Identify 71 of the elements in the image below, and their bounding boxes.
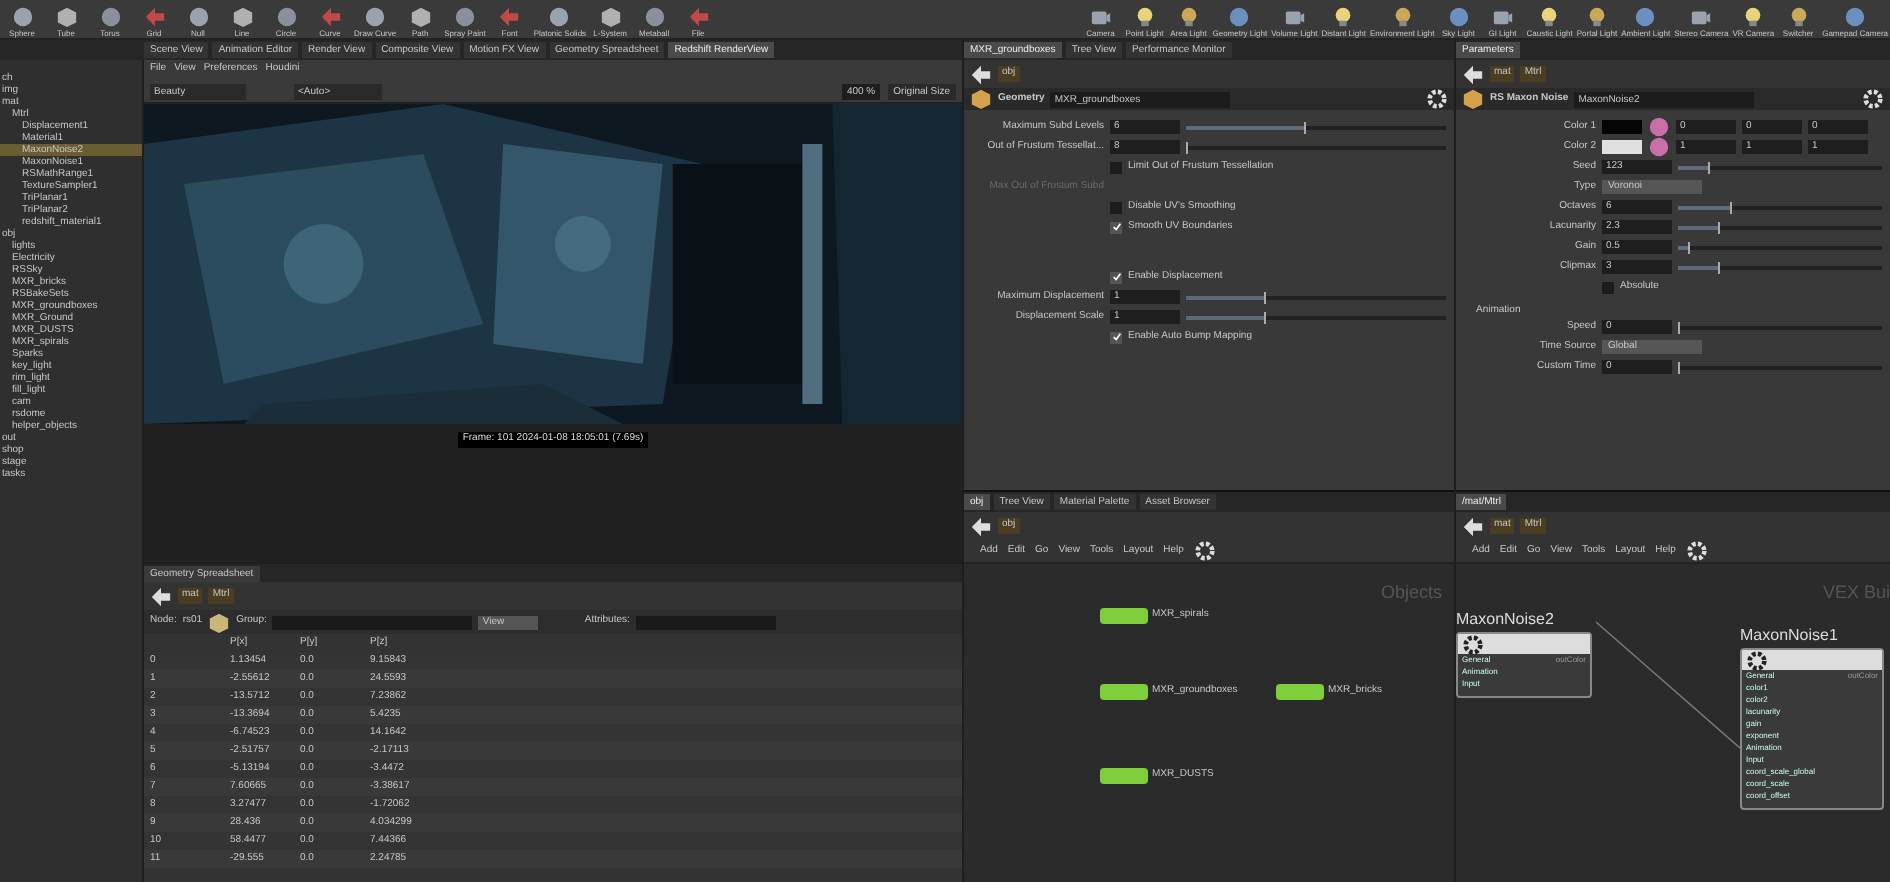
checkbox[interactable] — [1602, 281, 1614, 293]
sphere-icon — [1447, 6, 1470, 28]
sphere-icon — [187, 6, 209, 28]
points-icon[interactable] — [208, 611, 231, 633]
slider-handle[interactable] — [1303, 121, 1305, 133]
back-arrow-icon[interactable] — [1462, 515, 1484, 537]
light-bulb-icon — [1742, 6, 1765, 28]
camera-icon — [1491, 6, 1514, 28]
node-icon — [1462, 633, 1484, 655]
checkbox[interactable] — [1110, 271, 1122, 283]
back-arrow-icon[interactable] — [970, 515, 992, 537]
cube-icon — [231, 6, 253, 28]
slider-handle[interactable] — [1264, 311, 1266, 323]
slider-handle[interactable] — [1186, 141, 1188, 153]
camera-icon — [1690, 6, 1713, 28]
checkbox[interactable] — [1110, 161, 1122, 173]
sphere-icon — [364, 6, 387, 28]
light-bulb-icon — [1177, 6, 1200, 28]
settings-icon[interactable] — [1862, 88, 1884, 110]
geometry-node[interactable] — [1276, 684, 1324, 700]
sphere-icon — [643, 6, 666, 28]
slider-handle[interactable] — [1718, 221, 1721, 233]
checkbox[interactable] — [1110, 221, 1122, 233]
cube-icon — [599, 6, 622, 28]
sphere-icon — [1634, 6, 1657, 28]
sphere-icon — [548, 6, 571, 28]
cube-icon — [55, 6, 77, 28]
sphere-icon — [11, 6, 33, 28]
sphere-icon — [453, 6, 476, 28]
back-arrow-icon[interactable] — [150, 585, 172, 607]
checkbox[interactable] — [1110, 201, 1122, 213]
arrow-icon — [687, 6, 710, 28]
geometry-node[interactable] — [1100, 684, 1148, 700]
light-bulb-icon — [1391, 6, 1414, 28]
slider-handle[interactable] — [1264, 291, 1266, 303]
light-bulb-icon — [1787, 6, 1810, 28]
tools-icon[interactable] — [1193, 540, 1216, 562]
slider-handle[interactable] — [1708, 161, 1711, 173]
slider-handle[interactable] — [1678, 321, 1680, 333]
node-icon — [1746, 649, 1768, 671]
cube-icon — [409, 6, 432, 28]
color-swatch[interactable] — [1602, 140, 1642, 154]
slider-handle[interactable] — [1688, 241, 1691, 253]
color-swatch[interactable] — [1602, 120, 1642, 134]
back-arrow-icon[interactable] — [970, 63, 992, 85]
light-bulb-icon — [1585, 6, 1608, 28]
sphere-icon — [1228, 6, 1251, 28]
settings-icon[interactable] — [1426, 88, 1448, 110]
light-bulb-icon — [1332, 6, 1355, 28]
slider-handle[interactable] — [1718, 261, 1721, 273]
light-bulb-icon — [1538, 6, 1561, 28]
sphere-icon — [99, 6, 121, 28]
node-title: MaxonNoise1 — [1740, 624, 1840, 648]
slider-handle[interactable] — [1678, 361, 1680, 373]
geometry-node[interactable] — [1100, 608, 1148, 624]
camera-icon — [1089, 6, 1112, 28]
arrow-icon — [143, 6, 165, 28]
camera-icon — [1283, 6, 1306, 28]
color-wheel-icon[interactable] — [1648, 116, 1670, 138]
geometry-node[interactable] — [1100, 768, 1148, 784]
arrow-icon — [319, 6, 341, 28]
arrow-icon — [498, 6, 521, 28]
checkbox[interactable] — [1110, 331, 1122, 343]
sphere-icon — [1844, 6, 1867, 28]
sphere-icon — [275, 6, 297, 28]
back-arrow-icon[interactable] — [1462, 63, 1484, 85]
slider-handle[interactable] — [1729, 201, 1731, 213]
light-bulb-icon — [1133, 6, 1156, 28]
color-wheel-icon[interactable] — [1648, 136, 1670, 158]
tools-icon[interactable] — [1685, 540, 1708, 562]
node-title: MaxonNoise2 — [1456, 608, 1556, 632]
